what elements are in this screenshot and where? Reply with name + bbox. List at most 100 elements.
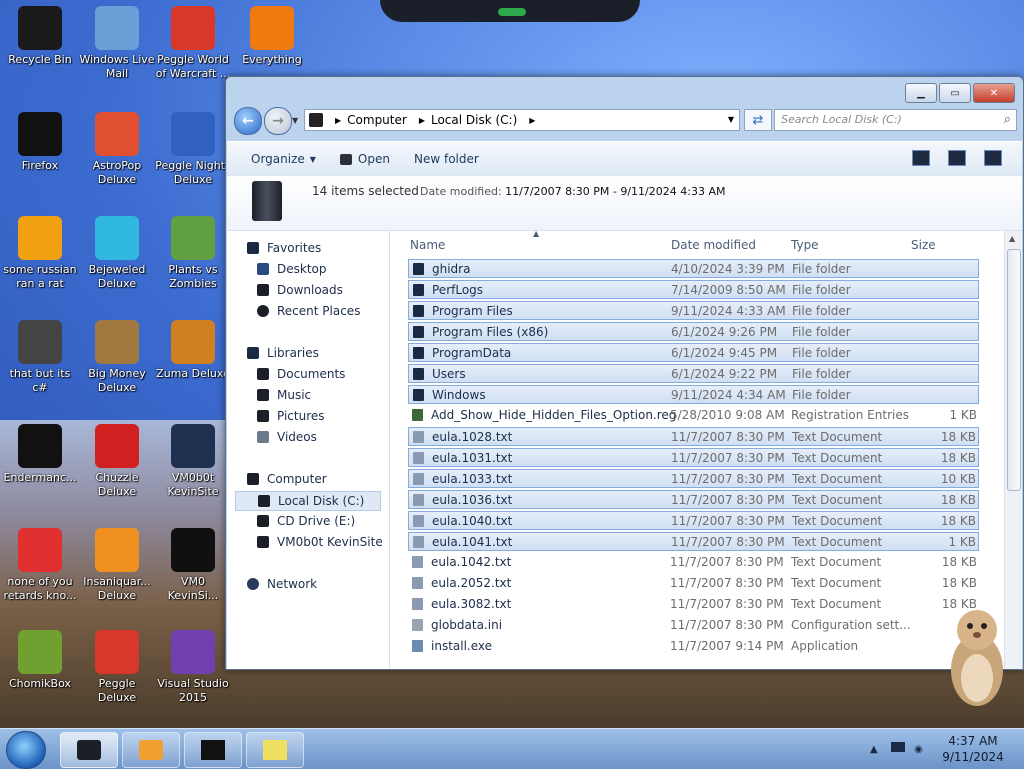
table-row[interactable]: eula.1033.txt 11/7/2007 8:30 PM Text Docum…: [408, 469, 979, 488]
desktop-icon-2[interactable]: Windows Live Mail: [79, 6, 155, 81]
table-row[interactable]: install.exe 11/7/2007 9:14 PM Application: [408, 637, 979, 656]
organize-button[interactable]: Organize ▼: [251, 152, 316, 166]
desktop-icon-1[interactable]: Recycle Bin: [2, 6, 78, 67]
table-row[interactable]: Windows 9/11/2024 4:34 AM File folder: [408, 385, 979, 404]
open-button[interactable]: Open: [339, 152, 390, 166]
help-icon[interactable]: [984, 150, 1002, 166]
breadcrumb-computer[interactable]: Computer: [347, 113, 407, 127]
search-icon[interactable]: ⌕: [1004, 112, 1011, 127]
column-date-modified[interactable]: Date modified: [671, 238, 756, 252]
nav-vm-kevinsite[interactable]: VM0b0t KevinSite: [257, 535, 383, 549]
nav-network[interactable]: Network: [247, 577, 317, 591]
nav-documents[interactable]: Documents: [257, 367, 345, 381]
desktop-icon-22[interactable]: Visual Studio 2015: [155, 630, 231, 705]
table-row[interactable]: eula.1031.txt 11/7/2007 8:30 PM Text Docum…: [408, 448, 979, 467]
table-row[interactable]: Add_Show_Hide_Hidden_Files_Option.reg 5/2…: [408, 406, 979, 425]
table-row[interactable]: eula.1028.txt 11/7/2007 8:30 PM Text Docum…: [408, 427, 979, 446]
taskbar-media-player[interactable]: [122, 732, 180, 768]
desktop-icon-5[interactable]: Firefox: [2, 112, 78, 173]
nav-pictures[interactable]: Pictures: [257, 409, 325, 423]
desktop-icon-6[interactable]: AstroPop Deluxe: [79, 112, 155, 187]
scroll-up-icon[interactable]: ▲: [1009, 234, 1015, 243]
desktop-icon-13[interactable]: Zuma Deluxe: [155, 320, 231, 381]
desktop-icon-18[interactable]: Insaniquar... Deluxe: [79, 528, 155, 603]
table-row[interactable]: ProgramData 6/1/2024 9:45 PM File folder: [408, 343, 979, 362]
column-name[interactable]: Name: [410, 238, 445, 252]
table-row[interactable]: eula.1042.txt 11/7/2007 8:30 PM Text Docum…: [408, 553, 979, 572]
breadcrumb-local-disk[interactable]: Local Disk (C:): [431, 113, 517, 127]
table-row[interactable]: eula.3082.txt 11/7/2007 8:30 PM Text Docum…: [408, 595, 979, 614]
desktop-icon-label: Bejeweled Deluxe: [88, 263, 146, 290]
table-row[interactable]: eula.1041.txt 11/7/2007 8:30 PM Text Docum…: [408, 532, 979, 551]
table-row[interactable]: Program Files 9/11/2024 4:33 AM File folde…: [408, 301, 979, 320]
nav-music[interactable]: Music: [257, 388, 311, 402]
cell-type: Text Document: [792, 472, 883, 486]
desktop-icon-19[interactable]: VM0 KevinSi...: [155, 528, 231, 603]
table-row[interactable]: eula.2052.txt 11/7/2007 8:30 PM Text Docum…: [408, 574, 979, 593]
desktop-icon-20[interactable]: ChomikBox: [2, 630, 78, 691]
search-input[interactable]: Search Local Disk (C:) ⌕: [774, 109, 1017, 131]
desktop-icon-15[interactable]: Chuzzle Deluxe: [79, 424, 155, 499]
nav-cd-drive[interactable]: CD Drive (E:): [257, 514, 355, 528]
desktop-icon-11[interactable]: that but its c#: [2, 320, 78, 395]
desktop-icon-21[interactable]: Peggle Deluxe: [79, 630, 155, 705]
address-dropdown-icon[interactable]: ▼: [728, 115, 734, 124]
taskbar-explorer[interactable]: [60, 732, 118, 768]
column-type[interactable]: Type: [791, 238, 819, 252]
desktop-icon-8[interactable]: some russian ran a rat: [2, 216, 78, 291]
cell-type: File folder: [792, 262, 851, 276]
forward-button[interactable]: →: [264, 107, 292, 135]
change-view-icon[interactable]: [912, 150, 930, 166]
videos-icon: [257, 431, 269, 443]
maximize-button[interactable]: ▭: [939, 83, 971, 103]
desktop-icon-3[interactable]: Peggle World of Warcraft ...: [155, 6, 231, 81]
nav-favorites[interactable]: Favorites: [247, 241, 321, 255]
desktop-icon-9[interactable]: Bejeweled Deluxe: [79, 216, 155, 291]
table-row[interactable]: eula.1040.txt 11/7/2007 8:30 PM Text Docum…: [408, 511, 979, 530]
refresh-button[interactable]: ⇄: [744, 109, 772, 131]
table-row[interactable]: eula.1036.txt 11/7/2007 8:30 PM Text Docum…: [408, 490, 979, 509]
network-tray-icon[interactable]: [890, 742, 905, 752]
desktop-icon-7[interactable]: Peggle Nights Deluxe: [155, 112, 231, 187]
address-bar[interactable]: ▶ Computer ▶ Local Disk (C:) ▶ ▼: [304, 109, 740, 131]
desktop-icon-12[interactable]: Big Money Deluxe: [79, 320, 155, 395]
clock[interactable]: 4:37 AM 9/11/2024: [940, 733, 1006, 765]
nav-recent-places[interactable]: Recent Places: [257, 304, 360, 318]
table-row[interactable]: PerfLogs 7/14/2009 8:50 AM File folder: [408, 280, 979, 299]
taskbar-app[interactable]: [184, 732, 242, 768]
preview-pane-icon[interactable]: [948, 150, 966, 166]
nav-videos[interactable]: Videos: [257, 430, 317, 444]
table-row[interactable]: Program Files (x86) 6/1/2024 9:26 PM File …: [408, 322, 979, 341]
nav-desktop[interactable]: Desktop: [257, 262, 327, 276]
desktop-icon-4[interactable]: Everything: [234, 6, 310, 67]
breadcrumb-chevron-icon[interactable]: ▶: [529, 116, 535, 125]
start-button[interactable]: [6, 731, 46, 769]
column-size[interactable]: Size: [911, 238, 936, 252]
desktop-icon-14[interactable]: Endermanc...: [2, 424, 78, 485]
nav-downloads[interactable]: Downloads: [257, 283, 343, 297]
show-hidden-icons[interactable]: ▲: [870, 744, 878, 755]
folder-file-icon: [413, 368, 424, 380]
table-row[interactable]: Users 6/1/2024 9:22 PM File folder: [408, 364, 979, 383]
nav-local-disk[interactable]: Local Disk (C:): [235, 491, 381, 511]
desktop-icon-10[interactable]: Plants vs Zombies: [155, 216, 231, 291]
new-folder-button[interactable]: New folder: [414, 152, 479, 166]
nav-label: Libraries: [267, 346, 319, 360]
table-row[interactable]: globdata.ini 11/7/2007 8:30 PM Configurati…: [408, 616, 979, 635]
breadcrumb-chevron-icon[interactable]: ▶: [335, 116, 341, 125]
nav-computer[interactable]: Computer: [247, 472, 327, 486]
recent-pages-dropdown[interactable]: ▼: [292, 116, 298, 125]
breadcrumb-chevron-icon[interactable]: ▶: [419, 116, 425, 125]
minimize-button[interactable]: ▁: [905, 83, 937, 103]
back-button[interactable]: ←: [234, 107, 262, 135]
cell-date: 11/7/2007 8:30 PM: [670, 597, 784, 611]
scroll-thumb[interactable]: [1007, 249, 1021, 491]
table-row[interactable]: ghidra 4/10/2024 3:39 PM File folder: [408, 259, 979, 278]
desktop-icon-16[interactable]: VM0b0t KevinSite: [155, 424, 231, 499]
taskbar-sticky-notes[interactable]: [246, 732, 304, 768]
desktop-icon-label: Big Money Deluxe: [88, 367, 146, 394]
desktop-icon-17[interactable]: none of you retards kno...: [2, 528, 78, 603]
volume-tray-icon[interactable]: ◉: [914, 744, 923, 755]
nav-libraries[interactable]: Libraries: [247, 346, 319, 360]
close-button[interactable]: ✕: [973, 83, 1015, 103]
